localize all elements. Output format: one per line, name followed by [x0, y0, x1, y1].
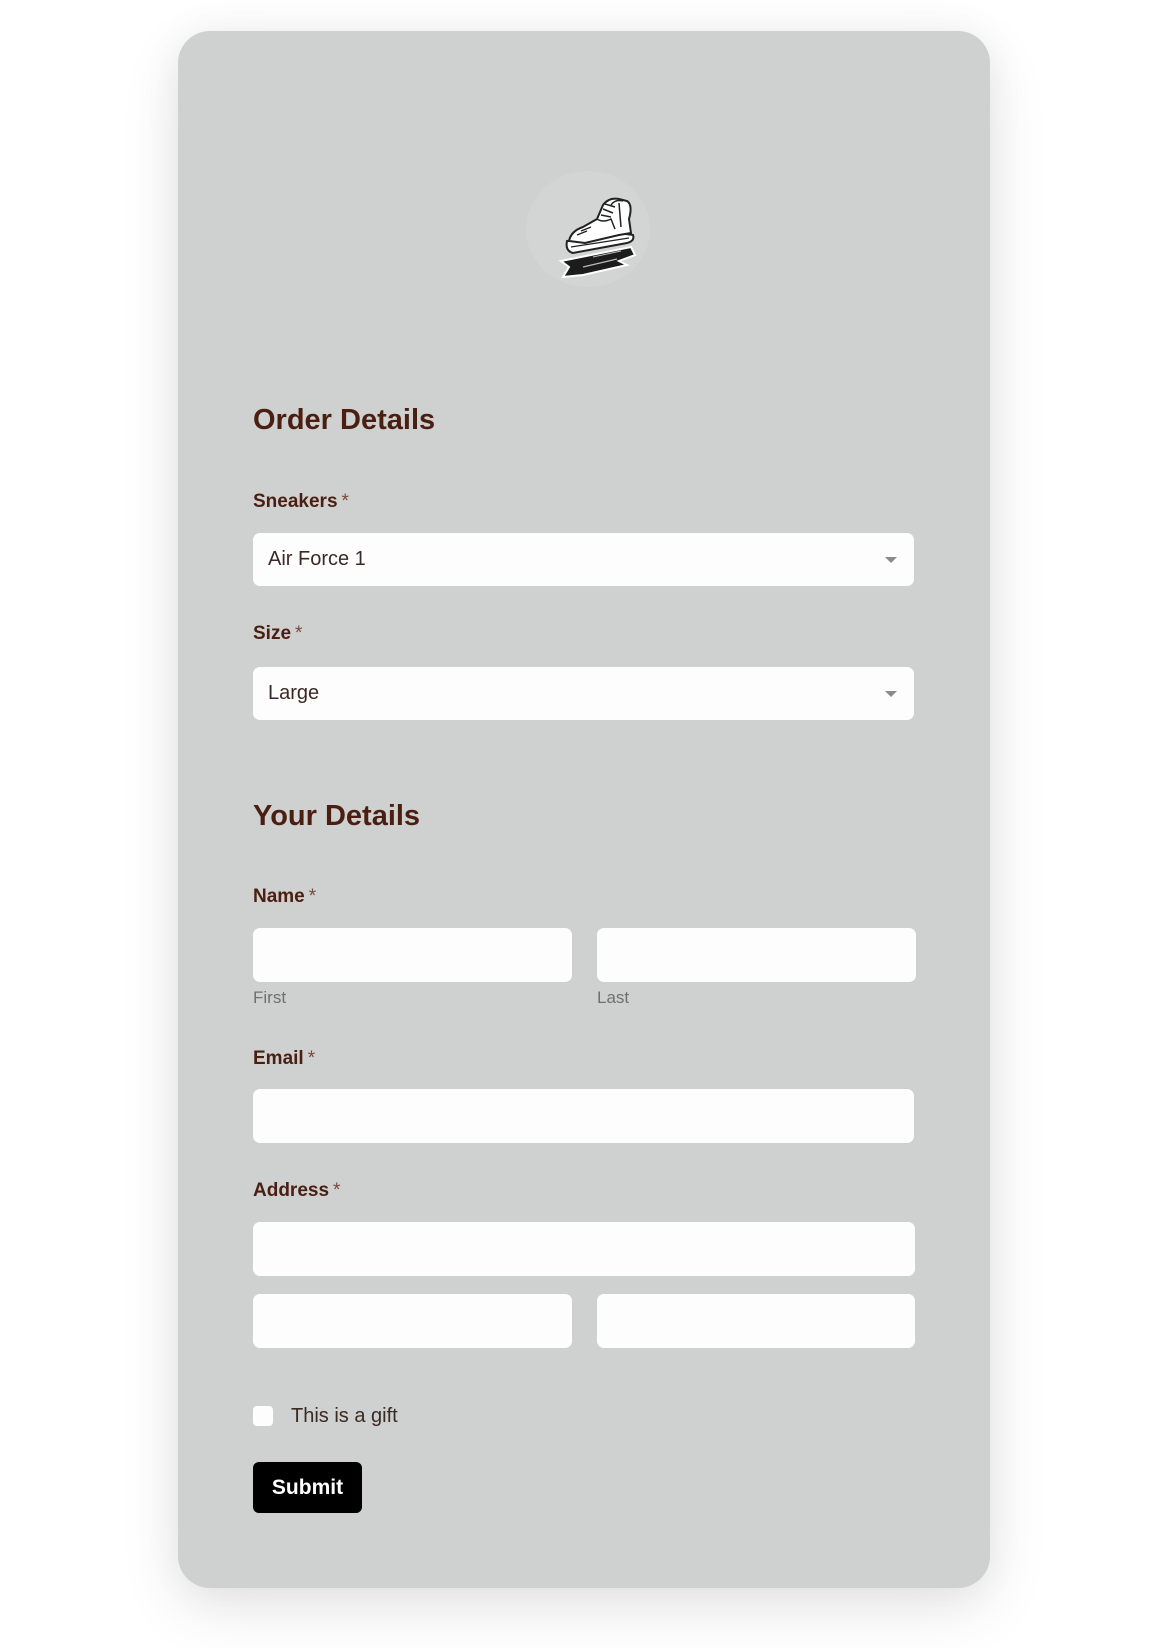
required-marker: * — [307, 1048, 316, 1069]
email-label-text: Email — [253, 1048, 304, 1069]
email-label: Email * — [253, 1048, 315, 1070]
last-name-input[interactable] — [597, 928, 916, 982]
chevron-down-icon — [885, 690, 897, 697]
sneaker-logo-icon — [523, 169, 653, 289]
name-label: Name * — [253, 886, 316, 908]
first-name-input[interactable] — [253, 928, 572, 982]
address-line1-input[interactable] — [253, 1222, 915, 1276]
size-select[interactable]: Large — [253, 667, 914, 720]
your-details-heading: Your Details — [253, 800, 421, 832]
sneakers-label: Sneakers * — [253, 491, 349, 513]
submit-button[interactable]: Submit — [253, 1462, 362, 1513]
size-selected-value: Large — [268, 682, 320, 704]
size-label: Size * — [253, 623, 302, 645]
gift-checkbox[interactable] — [253, 1406, 273, 1426]
first-name-sublabel: First — [253, 988, 287, 1007]
order-form-card: Order Details Sneakers * Air Force 1 Size… — [178, 31, 990, 1588]
gift-checkbox-label[interactable]: This is a gift — [291, 1404, 398, 1428]
order-details-heading: Order Details — [253, 404, 436, 436]
required-marker: * — [295, 623, 303, 644]
required-marker: * — [308, 886, 317, 907]
name-label-text: Name — [253, 886, 305, 907]
size-label-text: Size — [253, 623, 292, 644]
chevron-down-icon — [885, 556, 897, 563]
address-label: Address * — [253, 1180, 340, 1202]
required-marker: * — [333, 1180, 341, 1201]
sneakers-selected-value: Air Force 1 — [268, 548, 366, 570]
required-marker: * — [341, 491, 349, 512]
email-input[interactable] — [253, 1089, 914, 1143]
address-label-text: Address — [253, 1180, 330, 1201]
sneakers-select[interactable]: Air Force 1 — [253, 533, 914, 586]
last-name-sublabel: Last — [597, 988, 630, 1007]
address-line2-input[interactable] — [253, 1294, 572, 1348]
address-line3-input[interactable] — [597, 1294, 915, 1348]
sneakers-label-text: Sneakers — [253, 491, 338, 512]
